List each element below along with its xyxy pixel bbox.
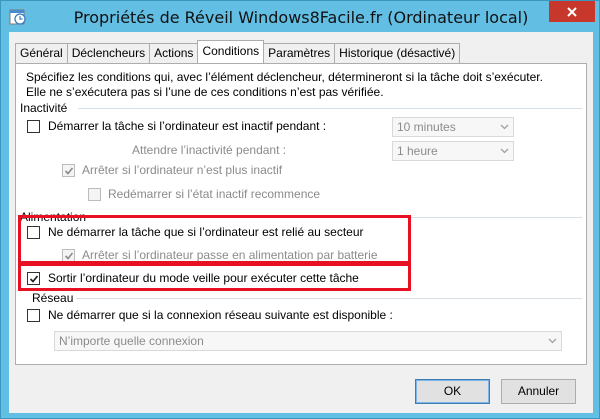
intro-line-1: Spécifiez les conditions qui, avec l’élé… <box>26 70 543 84</box>
tab-triggers[interactable]: Déclencheurs <box>66 43 151 63</box>
network-only-label: Ne démarrer que si la connexion réseau s… <box>48 308 393 322</box>
tab-general[interactable]: Général <box>15 43 68 63</box>
intro-line-2: Elle ne s’exécutera pas si l’une de ces … <box>26 85 384 99</box>
chevron-down-icon <box>548 338 557 344</box>
tab-actions[interactable]: Actions <box>149 43 199 63</box>
close-button[interactable] <box>549 1 595 22</box>
stop-if-not-idle-checkbox[interactable] <box>62 164 75 177</box>
tab-settings[interactable]: Paramètres <box>263 43 336 63</box>
cancel-button[interactable]: Annuler <box>501 379 576 404</box>
inactivity-group-label: Inactivité <box>20 101 68 115</box>
dialog-client-area: Général Déclencheurs Actions Conditions … <box>9 32 593 413</box>
title-bar[interactable]: Propriétés de Réveil Windows8Facile.fr (… <box>1 1 600 33</box>
restart-idle-checkbox[interactable] <box>88 188 101 201</box>
restart-idle-label: Redémarrer si l’état inactif recommence <box>108 187 321 201</box>
highlight-box-power <box>18 215 411 264</box>
close-icon <box>567 6 577 17</box>
wait-idle-value: 1 heure <box>397 144 438 158</box>
network-group-line <box>76 298 582 299</box>
ok-button[interactable]: OK <box>415 379 490 404</box>
tab-history[interactable]: Historique (désactivé) <box>334 43 461 63</box>
conditions-panel: Spécifiez les conditions qui, avec l’élé… <box>15 63 587 365</box>
highlight-box-wake <box>18 263 411 291</box>
start-idle-label: Démarrer la tâche si l’ordinateur est in… <box>48 119 327 133</box>
idle-duration-value: 10 minutes <box>397 120 456 134</box>
chevron-down-icon <box>500 148 509 154</box>
chevron-down-icon <box>500 124 509 130</box>
network-connection-combo[interactable]: N’importe quelle connexion <box>54 331 562 351</box>
tab-strip: Général Déclencheurs Actions Conditions … <box>15 40 461 63</box>
stop-if-not-idle-label: Arrêter si l’ordinateur n’est plus inact… <box>82 163 283 177</box>
inactivity-group-line <box>78 108 582 109</box>
wait-idle-combo[interactable]: 1 heure <box>392 141 514 161</box>
idle-duration-combo[interactable]: 10 minutes <box>392 117 514 137</box>
wait-idle-label: Attendre l’inactivité pendant : <box>132 143 287 157</box>
properties-dialog: Propriétés de Réveil Windows8Facile.fr (… <box>0 0 600 419</box>
window-title: Propriétés de Réveil Windows8Facile.fr (… <box>73 8 529 27</box>
network-group-label: Réseau <box>32 291 74 305</box>
checkmark-icon <box>64 167 74 175</box>
tab-conditions[interactable]: Conditions <box>197 40 265 63</box>
start-idle-checkbox[interactable] <box>27 120 40 133</box>
network-only-checkbox[interactable] <box>27 309 40 322</box>
network-connection-value: N’importe quelle connexion <box>59 334 204 348</box>
